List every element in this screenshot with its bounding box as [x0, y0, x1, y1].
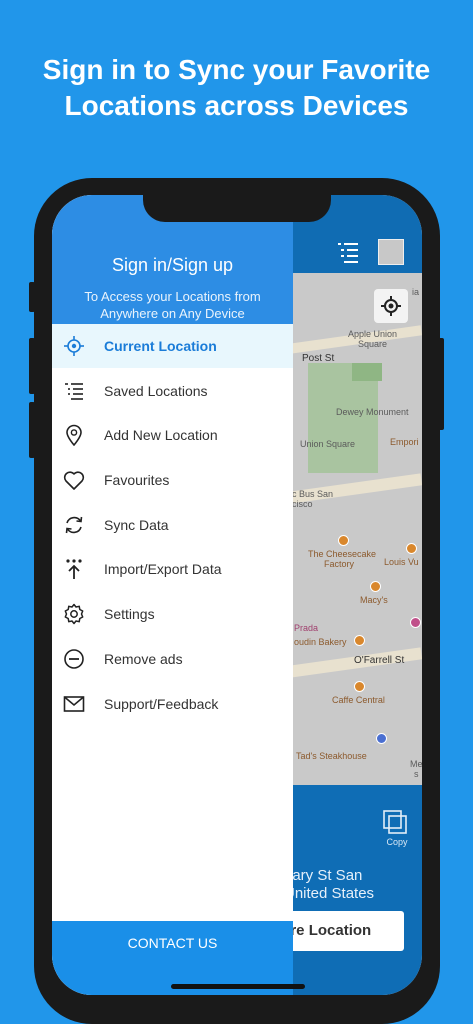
promo-headline: Sign in to Sync your Favorite Locations … — [0, 52, 473, 124]
map-label: Apple Union — [348, 329, 398, 339]
map-poi-marker[interactable] — [338, 535, 349, 546]
map-thumbnail-icon[interactable] — [378, 239, 404, 265]
map-poi-marker[interactable] — [354, 681, 365, 692]
map-poi-label: Empori — [390, 437, 419, 447]
phone-button-power — [438, 338, 444, 430]
phone-button-volume-up — [29, 338, 35, 394]
menu-item-favourites[interactable]: Favourites — [52, 458, 293, 502]
map-poi-label: Macy's — [360, 595, 388, 605]
map-poi-marker[interactable] — [410, 617, 421, 628]
menu-item-label: Support/Feedback — [104, 696, 219, 712]
map-poi-marker[interactable] — [376, 733, 387, 744]
target-icon — [63, 335, 85, 357]
menu-item-label: Remove ads — [104, 651, 183, 667]
menu-item-settings[interactable]: Settings — [52, 592, 293, 636]
address-text: eary St San United States — [284, 867, 374, 903]
menu-item-label: Settings — [104, 606, 155, 622]
headline-line-1: Sign in to Sync your Favorite — [42, 54, 431, 85]
menu-item-add-new-location[interactable]: Add New Location — [52, 413, 293, 457]
menu-item-label: Current Location — [104, 338, 217, 354]
menu-item-sync-data[interactable]: Sync Data — [52, 503, 293, 547]
heart-icon — [63, 469, 85, 491]
phone-notch — [143, 190, 331, 222]
map-poi-marker[interactable] — [370, 581, 381, 592]
list-icon — [63, 380, 85, 402]
app-screen: Apple Union Square ia Post St Dewey Monu… — [52, 195, 422, 995]
navigation-drawer: Sign in/Sign up To Access your Locations… — [52, 195, 293, 995]
minus-circle-icon — [63, 648, 85, 670]
map-poi-label: Caffe Central — [332, 695, 385, 705]
sign-in-title[interactable]: Sign in/Sign up — [52, 255, 293, 276]
sign-in-subtitle: To Access your Locations from Anywhere o… — [52, 288, 293, 322]
headline-line-2: Locations across Devices — [64, 90, 409, 121]
map-poi-label: oudin Bakery — [294, 637, 347, 647]
map-label: Square — [358, 339, 388, 349]
locate-me-icon[interactable] — [374, 289, 408, 323]
copy-icon[interactable] — [382, 809, 408, 835]
menu-item-support-feedback[interactable]: Support/Feedback — [52, 682, 293, 726]
copy-label: Copy — [386, 837, 408, 847]
map-poi-label: Tad's Steakhouse — [296, 751, 367, 761]
map-poi-marker[interactable] — [354, 635, 365, 646]
map-label: Union Square — [300, 439, 356, 449]
menu-item-label: Import/Export Data — [104, 561, 222, 577]
gear-icon — [63, 603, 85, 625]
map-label: ia — [412, 287, 420, 297]
menu-item-current-location[interactable]: Current Location — [52, 324, 293, 368]
map-poi-label: The Cheesecake — [308, 549, 377, 559]
map-poi-label: Louis Vu — [384, 557, 419, 567]
menu-item-label: Sync Data — [104, 517, 169, 533]
menu-item-label: Saved Locations — [104, 383, 208, 399]
menu-item-remove-ads[interactable]: Remove ads — [52, 637, 293, 681]
menu-item-label: Favourites — [104, 472, 170, 488]
phone-button-mute — [29, 282, 35, 312]
map-poi-label: Factory — [324, 559, 355, 569]
map-poi-label: Prada — [294, 623, 319, 633]
home-indicator[interactable] — [171, 984, 305, 989]
list-icon[interactable] — [335, 239, 361, 265]
map-label: Dewey Monument — [336, 407, 409, 417]
sign-in-subtitle-line-2: Anywhere on Any Device — [100, 306, 245, 321]
mail-icon — [63, 693, 85, 715]
menu-item-label: Add New Location — [104, 427, 218, 443]
sync-icon — [63, 514, 85, 536]
map-poi-marker[interactable] — [406, 543, 417, 554]
pin-add-icon — [63, 424, 85, 446]
menu-item-saved-locations[interactable]: Saved Locations — [52, 369, 293, 413]
address-line-1: eary St San — [284, 867, 363, 884]
map-label: Post St — [302, 353, 335, 364]
map-label: s — [414, 769, 419, 779]
address-line-2: United States — [284, 885, 375, 902]
park — [352, 363, 382, 381]
map-label: c Bus San — [292, 489, 334, 499]
map-label: O'Farrell St — [354, 655, 405, 666]
import-export-icon — [63, 558, 85, 580]
sign-in-subtitle-line-1: To Access your Locations from — [84, 289, 261, 304]
map-label: Me — [410, 759, 422, 769]
phone-button-volume-down — [29, 402, 35, 458]
menu-item-import-export[interactable]: Import/Export Data — [52, 547, 293, 591]
map-label: cisco — [292, 499, 313, 509]
